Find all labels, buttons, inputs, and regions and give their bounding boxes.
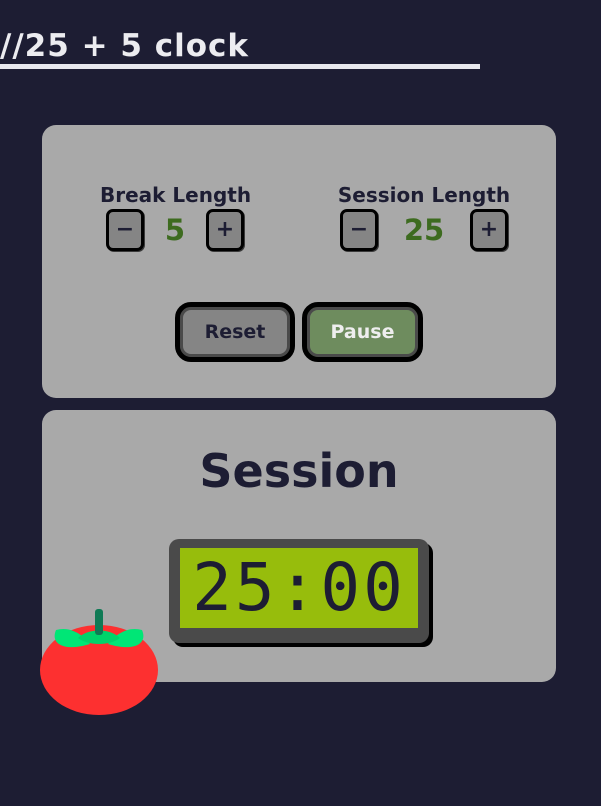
tomato-icon	[40, 609, 158, 715]
session-length-control: Session Length − 25 +	[334, 183, 514, 251]
time-left-display: 25:00	[180, 548, 418, 628]
timer-label: Session	[199, 444, 399, 498]
break-length-control: Break Length − 5 +	[100, 183, 252, 251]
settings-panel: Break Length − 5 + Session Length − 25 +…	[42, 125, 556, 398]
session-length-label: Session Length	[337, 183, 511, 207]
session-decrement-button[interactable]: −	[340, 209, 378, 251]
break-decrement-button[interactable]: −	[106, 209, 144, 251]
session-length-value: 25	[403, 213, 445, 247]
break-increment-button[interactable]: +	[206, 209, 244, 251]
pause-button[interactable]: Pause	[302, 302, 423, 362]
reset-button[interactable]: Reset	[175, 302, 295, 362]
session-length-row: − 25 +	[334, 209, 514, 251]
page-title: //25 + 5 clock	[0, 28, 480, 69]
session-increment-button[interactable]: +	[470, 209, 508, 251]
time-display-frame: 25:00	[169, 539, 429, 643]
break-length-row: − 5 +	[100, 209, 250, 251]
break-length-label: Break Length	[100, 183, 252, 207]
break-length-value: 5	[164, 213, 186, 247]
